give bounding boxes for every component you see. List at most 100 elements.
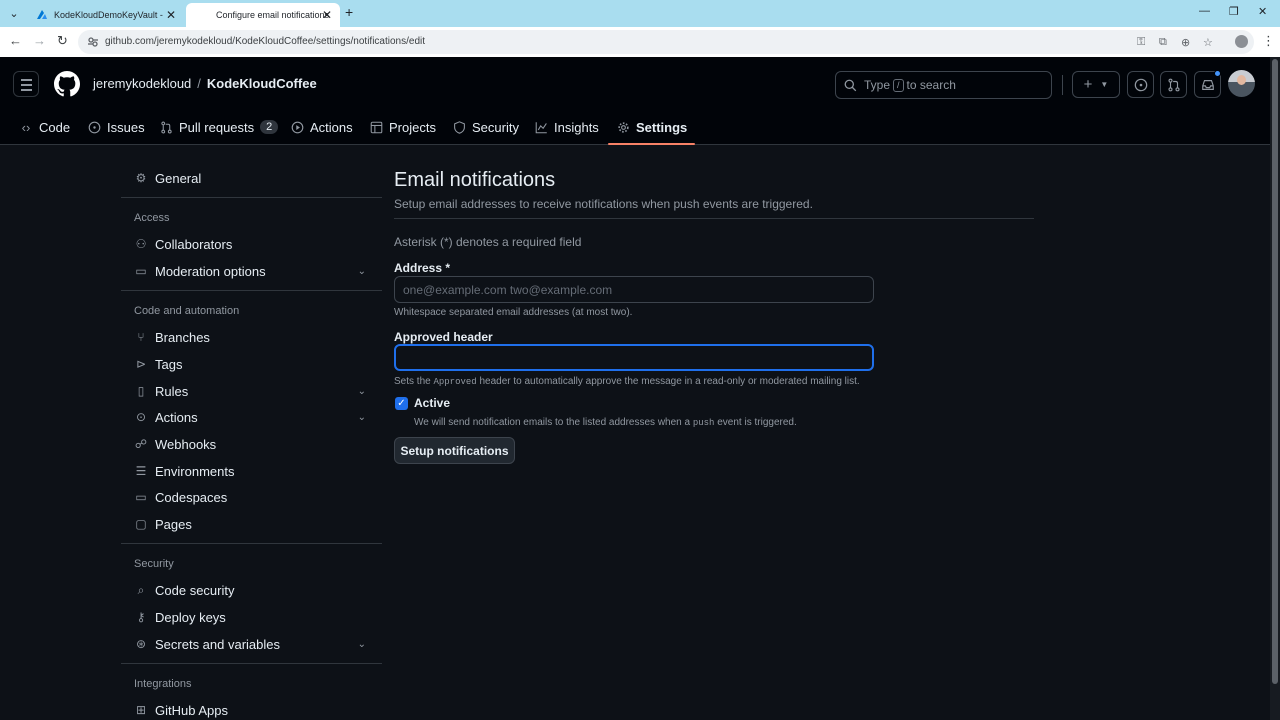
tab-close-icon[interactable]: ✕ — [166, 8, 176, 22]
sidebar-item-branches[interactable]: ⑂ Branches — [121, 324, 382, 350]
profile-avatar-icon[interactable] — [1235, 35, 1248, 48]
tab-close-icon[interactable]: ✕ — [322, 8, 332, 22]
bookmark-star-icon[interactable]: ☆ — [1203, 36, 1213, 49]
repo-breadcrumb: jeremykodekloud / KodeKloudCoffee — [93, 76, 317, 91]
tab-title: KodeKloudDemoKeyVault - Mic — [54, 10, 166, 20]
search-input[interactable]: Type / to search — [835, 71, 1052, 99]
github-logo-icon[interactable] — [54, 71, 80, 97]
sidebar-item-secrets[interactable]: ⊛ Secrets and variables ⌄ — [121, 631, 382, 657]
tab-security[interactable]: Security — [452, 109, 519, 145]
pull-request-count-badge: 2 — [260, 120, 279, 134]
url-text: github.com/jeremykodekloud/KodeKloudCoff… — [105, 36, 426, 47]
pull-requests-button[interactable] — [1160, 71, 1187, 98]
tab-title: Configure email notifications — [216, 10, 330, 20]
code-icon: ‹› — [21, 119, 31, 135]
tab-insights[interactable]: Insights — [534, 109, 599, 145]
repo-push-icon: ▯ — [137, 384, 145, 398]
table-icon — [369, 121, 383, 134]
address-bar[interactable]: github.com/jeremykodekloud/KodeKloudCoff… — [78, 30, 1254, 54]
sidebar-item-tags[interactable]: ⊳ Tags — [121, 351, 382, 377]
sidebar-item-moderation[interactable]: ▭ Moderation options ⌄ — [121, 258, 382, 284]
repo-link[interactable]: KodeKloudCoffee — [207, 76, 317, 91]
address-input[interactable] — [394, 276, 874, 303]
tab-code[interactable]: ‹› Code — [19, 109, 70, 145]
sidebar-item-general[interactable]: ⚙ General — [121, 165, 382, 191]
sidebar-item-environments[interactable]: ☰ Environments — [121, 458, 382, 484]
sidebar-item-label: Moderation options — [155, 263, 266, 279]
git-branch-icon: ⑂ — [137, 330, 145, 344]
sidebar-item-rules[interactable]: ▯ Rules ⌄ — [121, 378, 382, 404]
gear-icon — [616, 121, 630, 134]
minimize-icon[interactable]: — — [1199, 5, 1210, 17]
reload-icon[interactable]: ↻ — [57, 33, 68, 49]
tab-actions[interactable]: Actions — [290, 109, 353, 145]
page-scrollbar[interactable] — [1270, 57, 1280, 720]
issue-icon — [1134, 78, 1147, 91]
gear-icon: ⚙ — [135, 171, 147, 185]
sidebar-item-label: Code security — [155, 582, 235, 598]
new-tab-icon[interactable]: + — [345, 4, 353, 20]
chevron-down-icon: ⌄ — [357, 385, 366, 397]
active-help-text: We will send notification emails to the … — [414, 417, 797, 428]
sidebar-heading-security: Security — [134, 558, 174, 570]
tab-search-chevron-icon[interactable]: ⌄ — [4, 4, 24, 24]
azure-icon — [37, 10, 47, 19]
scrollbar-thumb[interactable] — [1272, 59, 1278, 684]
apps-icon: ⊞ — [135, 703, 147, 717]
checkmark-icon: ✓ — [397, 398, 406, 409]
sidebar-heading-access: Access — [134, 212, 170, 224]
address-help-text: Whitespace separated email addresses (at… — [394, 307, 633, 318]
password-key-icon[interactable]: ⚿ — [1137, 36, 1145, 49]
restore-icon[interactable]: ❐ — [1229, 5, 1239, 18]
repo-nav: ‹› Code Issues Pull requests 2 Actions Pro… — [0, 109, 1280, 145]
tab-settings[interactable]: Settings — [607, 109, 696, 145]
tab-pull-requests[interactable]: Pull requests 2 — [159, 109, 279, 145]
sidebar-item-code-security[interactable]: ⌕ Code security — [121, 577, 382, 603]
zoom-icon[interactable]: ⊕ — [1181, 36, 1190, 49]
webhook-icon: ☍ — [134, 437, 148, 451]
install-app-icon[interactable]: ⧉ — [1159, 36, 1167, 49]
user-avatar[interactable] — [1228, 70, 1255, 97]
comment-discussion-icon: ▭ — [135, 264, 147, 278]
global-menu-button[interactable] — [13, 71, 39, 97]
header-divider — [1062, 75, 1063, 95]
browser-tab-configure-email[interactable]: Configure email notifications ✕ — [186, 3, 340, 27]
site-info-icon[interactable] — [87, 36, 99, 48]
sidebar-item-collaborators[interactable]: ⚇ Collaborators — [121, 231, 382, 257]
codescan-icon: ⌕ — [137, 582, 145, 597]
chrome-menu-icon[interactable]: ⋮ — [1262, 33, 1275, 49]
codespaces-icon: ▭ — [135, 490, 147, 504]
sidebar-item-label: Actions — [155, 409, 198, 425]
pull-request-icon — [1167, 78, 1180, 91]
sidebar-item-github-apps[interactable]: ⊞ GitHub Apps — [121, 697, 382, 720]
tab-label: Insights — [554, 119, 599, 135]
tab-label: Projects — [389, 119, 436, 135]
browser-tab-keyvault[interactable]: KodeKloudDemoKeyVault - Mic ✕ — [26, 3, 184, 27]
sidebar-divider — [121, 197, 382, 198]
sidebar-item-webhooks[interactable]: ☍ Webhooks — [121, 431, 382, 457]
sidebar-item-codespaces[interactable]: ▭ Codespaces — [121, 484, 382, 510]
owner-link[interactable]: jeremykodekloud — [93, 76, 191, 91]
approved-header-input[interactable] — [394, 344, 874, 371]
server-icon: ☰ — [135, 464, 147, 478]
setup-notifications-button[interactable]: Setup notifications — [394, 437, 515, 464]
sidebar-heading-integrations: Integrations — [134, 678, 192, 690]
sidebar-item-actions[interactable]: ⊙ Actions ⌄ — [121, 404, 382, 430]
active-checkbox[interactable]: ✓ — [395, 397, 408, 410]
key-asterisk-icon: ⊛ — [135, 637, 147, 651]
tab-label: Security — [472, 119, 519, 135]
sidebar-item-deploy-keys[interactable]: ⚷ Deploy keys — [121, 604, 382, 630]
active-label[interactable]: Active — [414, 396, 450, 410]
tab-projects[interactable]: Projects — [369, 109, 436, 145]
forward-icon[interactable]: → — [33, 33, 46, 48]
back-icon[interactable]: ← — [9, 33, 22, 48]
browser-tabstrip: ⌄ KodeKloudDemoKeyVault - Mic ✕ Configur… — [0, 0, 1280, 27]
close-window-icon[interactable]: ✕ — [1258, 5, 1267, 18]
sidebar-item-label: Tags — [155, 356, 183, 372]
sidebar-item-pages[interactable]: ▢ Pages — [121, 511, 382, 537]
sidebar-item-label: GitHub Apps — [155, 702, 228, 718]
create-new-button[interactable]: + ▼ — [1072, 71, 1120, 98]
issues-button[interactable] — [1127, 71, 1154, 98]
title-divider — [394, 218, 1034, 219]
tab-issues[interactable]: Issues — [87, 109, 145, 145]
